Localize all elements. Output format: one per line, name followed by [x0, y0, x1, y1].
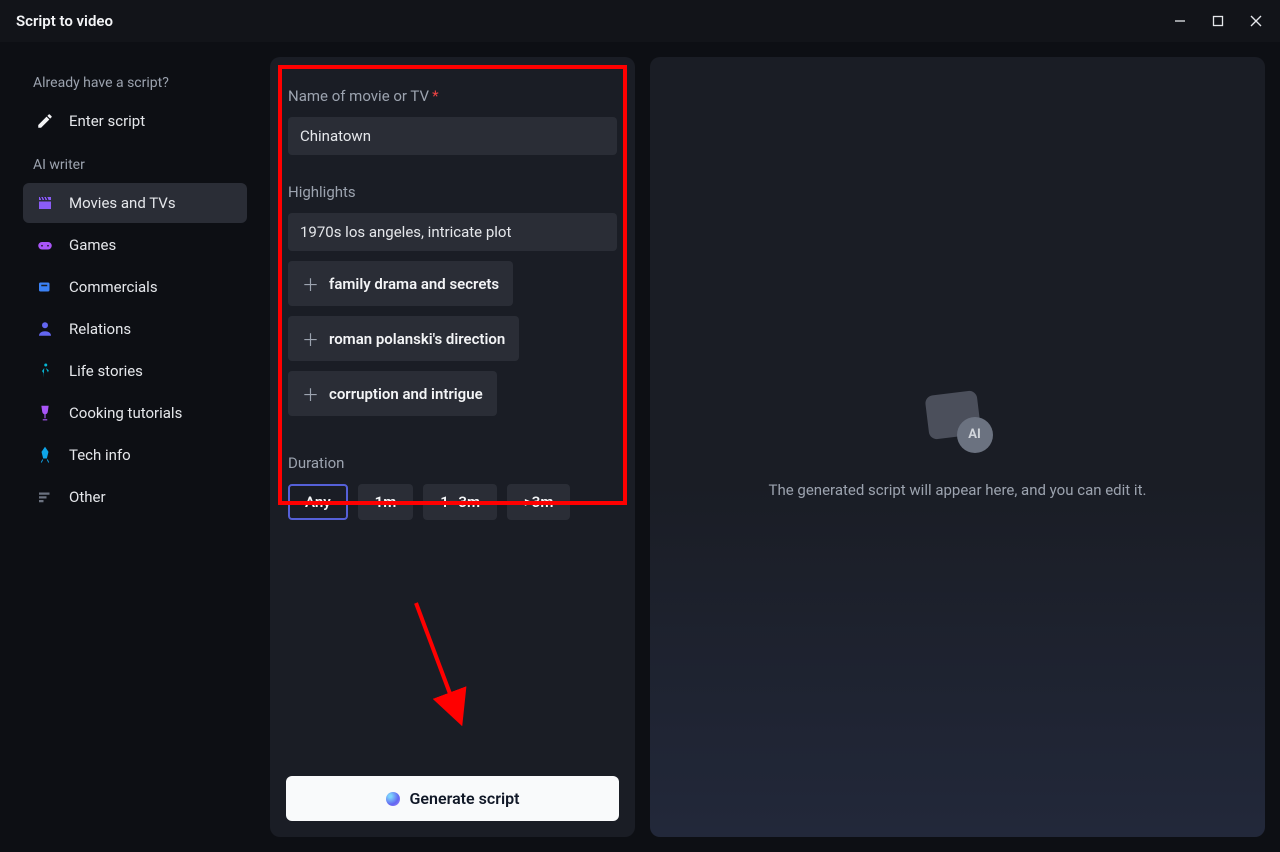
sidebar-item-label: Tech info [69, 446, 131, 464]
sidebar-heading-ai: AI writer [23, 157, 247, 173]
preview-placeholder-text: The generated script will appear here, a… [769, 479, 1147, 502]
sidebar-item-label: Games [69, 236, 116, 254]
preview-panel: AI The generated script will appear here… [650, 57, 1265, 837]
sidebar-item-label: Enter script [69, 112, 145, 130]
minimize-button[interactable] [1172, 13, 1188, 29]
sidebar-item-tech-info[interactable]: Tech info [23, 435, 247, 475]
name-input[interactable] [288, 117, 617, 155]
tag-suggestion[interactable]: ＋ corruption and intrigue [288, 371, 497, 416]
sidebar-item-label: Life stories [69, 362, 143, 380]
close-button[interactable] [1248, 13, 1264, 29]
window-title: Script to video [16, 12, 113, 30]
plus-icon: ＋ [302, 271, 319, 296]
sidebar-item-games[interactable]: Games [23, 225, 247, 265]
sidebar: Already have a script? Enter script AI w… [15, 57, 255, 837]
duration-option-any[interactable]: Any [288, 484, 348, 520]
pencil-icon [35, 111, 55, 131]
sidebar-item-other[interactable]: Other [23, 477, 247, 517]
plus-icon: ＋ [302, 326, 319, 351]
duration-label: Duration [288, 454, 617, 472]
tag-label: family drama and secrets [329, 275, 499, 293]
clapperboard-icon [35, 193, 55, 213]
tag-suggestion[interactable]: ＋ roman polanski's direction [288, 316, 519, 361]
highlights-input[interactable] [288, 213, 617, 251]
required-asterisk: * [432, 87, 438, 105]
gamepad-icon [35, 235, 55, 255]
generate-button-label: Generate script [410, 789, 520, 808]
rocket-icon [35, 445, 55, 465]
maximize-button[interactable] [1210, 13, 1226, 29]
titlebar: Script to video [0, 0, 1280, 42]
ai-badge: AI [957, 417, 993, 453]
sidebar-item-movies-tv[interactable]: Movies and TVs [23, 183, 247, 223]
name-label: Name of movie or TV* [288, 87, 617, 105]
tag-suggestion[interactable]: ＋ family drama and secrets [288, 261, 513, 306]
duration-option-gt3m[interactable]: >3m [507, 484, 570, 520]
walking-icon [35, 361, 55, 381]
sidebar-item-label: Relations [69, 320, 131, 338]
sidebar-item-cooking[interactable]: Cooking tutorials [23, 393, 247, 433]
script-placeholder-icon: AI [927, 393, 989, 451]
sidebar-item-enter-script[interactable]: Enter script [23, 101, 247, 141]
sidebar-item-label: Commercials [69, 278, 158, 296]
list-icon [35, 487, 55, 507]
generate-script-button[interactable]: Generate script [286, 776, 619, 821]
sidebar-heading-script: Already have a script? [23, 75, 247, 91]
person-icon [35, 319, 55, 339]
plus-icon: ＋ [302, 381, 319, 406]
form-panel: Name of movie or TV* Highlights ＋ family… [270, 57, 635, 837]
highlights-label: Highlights [288, 183, 617, 201]
window-controls [1172, 13, 1264, 29]
ai-orb-icon [386, 792, 400, 806]
sidebar-item-relations[interactable]: Relations [23, 309, 247, 349]
sidebar-item-life-stories[interactable]: Life stories [23, 351, 247, 391]
duration-option-1m[interactable]: 1m [358, 484, 414, 520]
duration-option-1-3m[interactable]: 1–3m [423, 484, 497, 520]
tag-label: corruption and intrigue [329, 385, 483, 403]
sidebar-item-label: Movies and TVs [69, 194, 176, 212]
sidebar-item-commercials[interactable]: Commercials [23, 267, 247, 307]
sidebar-item-label: Cooking tutorials [69, 404, 182, 422]
megaphone-icon [35, 277, 55, 297]
tag-label: roman polanski's direction [329, 330, 505, 348]
sidebar-item-label: Other [69, 488, 106, 506]
wineglass-icon [35, 403, 55, 423]
